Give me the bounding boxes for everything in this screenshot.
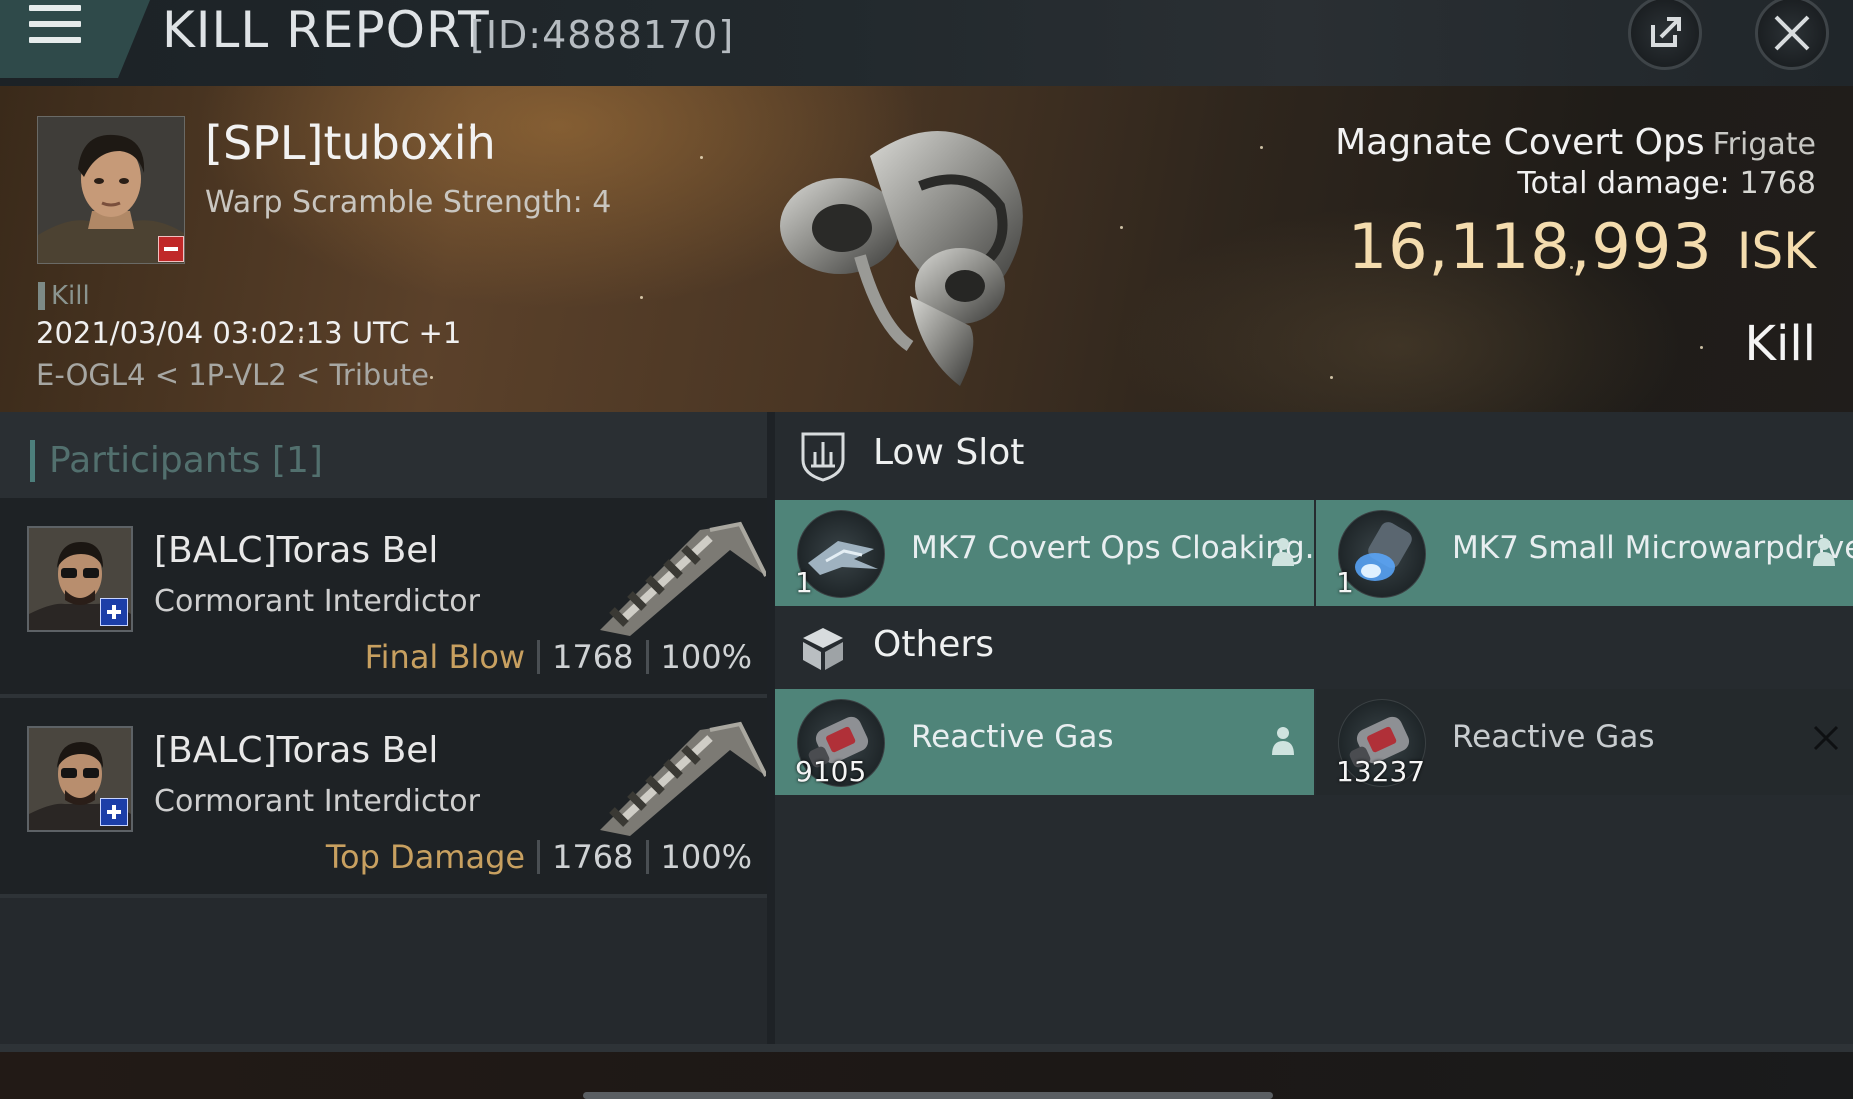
participants-panel: Participants [1] [BALC]Toras Bel Cormora… bbox=[0, 412, 768, 1044]
friendly-standing-badge bbox=[100, 598, 128, 626]
participant-name[interactable]: [BALC]Toras Bel bbox=[154, 730, 438, 771]
victim-ship-name[interactable]: Magnate Covert Ops bbox=[1335, 122, 1704, 163]
total-damage-line: Total damage: 1768 bbox=[1517, 166, 1816, 201]
close-button[interactable] bbox=[1755, 0, 1829, 70]
isk-value-line: 16,118,993 ISK bbox=[1348, 210, 1816, 283]
share-icon bbox=[1651, 17, 1681, 47]
interdictor-ship-icon bbox=[600, 721, 768, 836]
total-damage-value: 1768 bbox=[1739, 166, 1816, 201]
item-name: Reactive Gas bbox=[911, 719, 1114, 755]
page-title: KILL REPORT bbox=[162, 1, 490, 59]
hostile-standing-badge bbox=[158, 236, 184, 262]
warp-scramble-strength: Warp Scramble Strength: 4 bbox=[205, 185, 612, 220]
participant-ship-render[interactable] bbox=[590, 710, 768, 840]
frigate-ship-icon bbox=[780, 131, 1023, 386]
item-name: MK7 Small Microwarpdrive bbox=[1452, 530, 1853, 566]
participant-row[interactable]: [BALC]Toras Bel Cormorant Interdictor To… bbox=[0, 698, 768, 898]
low-slot-label: Low Slot bbox=[873, 432, 1025, 473]
others-label: Others bbox=[873, 624, 994, 665]
isk-value: 16,118,993 bbox=[1347, 210, 1713, 283]
participant-stats: Top Damage 1768 100% bbox=[326, 838, 752, 876]
interdictor-ship-icon bbox=[600, 521, 768, 636]
kill-location[interactable]: E-OGL4 < 1P-VL2 < Tribute bbox=[36, 358, 429, 392]
dropped-person-icon bbox=[1272, 727, 1294, 755]
participant-ship: Cormorant Interdictor bbox=[154, 784, 480, 819]
participants-header: Participants [1] bbox=[0, 412, 767, 498]
hamburger-menu-icon bbox=[29, 5, 81, 45]
destroyed-x-icon bbox=[1813, 725, 1839, 751]
cargo-box-icon bbox=[803, 628, 843, 670]
bottom-strip bbox=[0, 1044, 1853, 1099]
top-bar: KILL REPORT [ID:4888170] bbox=[0, 0, 1853, 86]
item-quantity: 1 bbox=[795, 566, 813, 599]
victim-name[interactable]: [SPL]tuboxih bbox=[205, 116, 496, 170]
total-damage-label: Total damage: bbox=[1517, 166, 1730, 201]
others-header: Others bbox=[775, 604, 1853, 690]
participant-percent: 100% bbox=[660, 838, 752, 876]
report-id: [ID:4888170] bbox=[470, 13, 735, 57]
isk-unit: ISK bbox=[1736, 222, 1816, 280]
participant-stats: Final Blow 1768 100% bbox=[365, 638, 752, 676]
close-icon bbox=[1774, 15, 1810, 51]
item-quantity: 13237 bbox=[1336, 755, 1426, 788]
dropped-person-icon bbox=[1813, 538, 1835, 566]
fitted-item[interactable]: 1 MK7 Covert Ops Cloaking... bbox=[775, 500, 1334, 606]
participant-role: Final Blow bbox=[364, 638, 526, 676]
friendly-standing-badge bbox=[100, 798, 128, 826]
participant-damage: 1768 bbox=[552, 838, 634, 876]
cargo-item[interactable]: 13237 Reactive Gas bbox=[1316, 689, 1853, 795]
participant-row[interactable]: [BALC]Toras Bel Cormorant Interdictor Fi… bbox=[0, 498, 768, 698]
participant-role: Top Damage bbox=[325, 838, 526, 876]
item-quantity: 9105 bbox=[795, 755, 867, 788]
victim-ship-render[interactable] bbox=[760, 96, 1080, 396]
divider bbox=[645, 640, 649, 674]
item-name: Reactive Gas bbox=[1452, 719, 1655, 755]
fitted-item[interactable]: 1 MK7 Small Microwarpdrive bbox=[1316, 500, 1853, 606]
cargo-item[interactable]: 9105 Reactive Gas bbox=[775, 689, 1314, 795]
victim-ship-class: Frigate bbox=[1712, 127, 1816, 162]
kill-type-label: Kill bbox=[1744, 316, 1816, 372]
participant-percent: 100% bbox=[660, 638, 752, 676]
home-indicator[interactable] bbox=[583, 1092, 1273, 1099]
low-slot-header: Low Slot bbox=[775, 412, 1853, 498]
participant-ship-render[interactable] bbox=[590, 510, 768, 640]
participant-ship: Cormorant Interdictor bbox=[154, 584, 480, 619]
kill-datetime: 2021/03/04 03:02:13 UTC +1 bbox=[36, 316, 462, 350]
kill-tag: Kill bbox=[38, 282, 90, 310]
victim-banner: [SPL]tuboxih Warp Scramble Strength: 4 K… bbox=[0, 86, 1853, 412]
fitting-panel: Low Slot 1 MK7 Covert Ops Cloaking... 1 … bbox=[775, 412, 1853, 1044]
bottom-divider bbox=[0, 1044, 1853, 1052]
dropped-person-icon bbox=[1272, 538, 1294, 566]
participants-title: Participants [1] bbox=[30, 440, 323, 482]
low-slot-shield-icon bbox=[801, 432, 845, 482]
share-button[interactable] bbox=[1628, 0, 1702, 70]
item-quantity: 1 bbox=[1336, 566, 1354, 599]
participant-damage: 1768 bbox=[552, 638, 634, 676]
divider bbox=[537, 640, 541, 674]
participant-name[interactable]: [BALC]Toras Bel bbox=[154, 530, 438, 571]
divider bbox=[645, 840, 649, 874]
menu-button[interactable] bbox=[0, 0, 150, 78]
victim-ship-line: Magnate Covert Ops Frigate bbox=[1335, 122, 1816, 163]
divider bbox=[537, 840, 541, 874]
